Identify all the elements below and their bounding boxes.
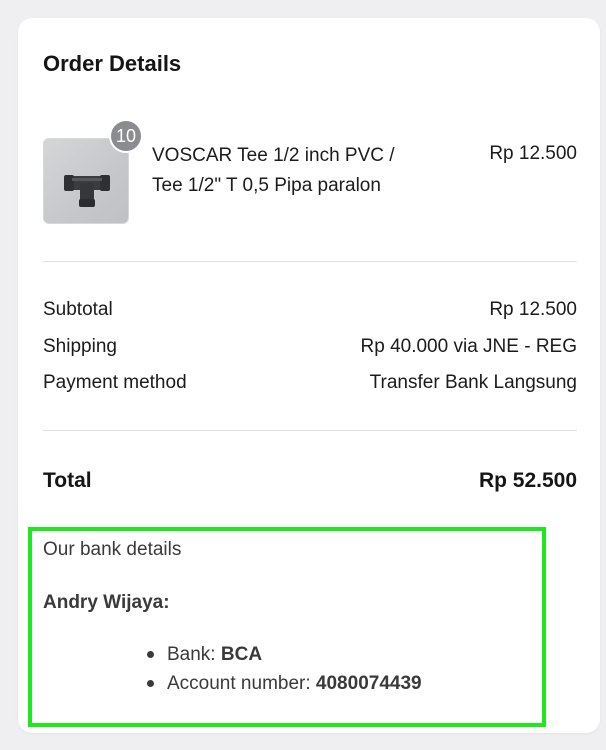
quantity-badge: 10 [111, 121, 141, 151]
product-price: Rp 12.500 [489, 143, 577, 164]
shipping-row: Shipping Rp 40.000 via JNE - REG [43, 334, 577, 360]
payment-method-value: Transfer Bank Langsung [369, 372, 577, 393]
total-label: Total [43, 469, 92, 492]
bank-label: Bank: [167, 644, 216, 665]
bank-details-list: Bank: BCA Account number: 4080074439 [145, 640, 422, 698]
payment-method-row: Payment method Transfer Bank Langsung [43, 370, 577, 396]
shipping-label: Shipping [43, 336, 117, 357]
total-row: Total Rp 52.500 [43, 466, 577, 496]
bank-value: BCA [220, 644, 263, 665]
account-number-label: Account number: [167, 673, 311, 694]
bank-details-heading: Our bank details [43, 539, 182, 560]
bank-list-item: Bank: BCA [145, 640, 422, 669]
divider [43, 261, 577, 262]
subtotal-value: Rp 12.500 [489, 299, 577, 320]
subtotal-row: Subtotal Rp 12.500 [43, 297, 577, 323]
divider [43, 430, 577, 431]
pvc-tee-fitting-icon [64, 175, 110, 207]
shipping-value: Rp 40.000 via JNE - REG [360, 336, 577, 357]
account-number-list-item: Account number: 4080074439 [145, 669, 422, 698]
total-value: Rp 52.500 [478, 469, 577, 492]
bullet-icon [147, 651, 154, 658]
account-number-value: 4080074439 [315, 673, 422, 694]
payment-method-label: Payment method [43, 372, 187, 393]
bullet-icon [147, 680, 154, 687]
subtotal-label: Subtotal [43, 299, 113, 320]
order-details-title: Order Details [43, 51, 182, 76]
product-thumbnail [43, 138, 129, 224]
account-holder-name: Andry Wijaya: [43, 592, 170, 613]
product-name: VOSCAR Tee 1/2 inch PVC / Tee 1/2" T 0,5… [152, 145, 395, 196]
